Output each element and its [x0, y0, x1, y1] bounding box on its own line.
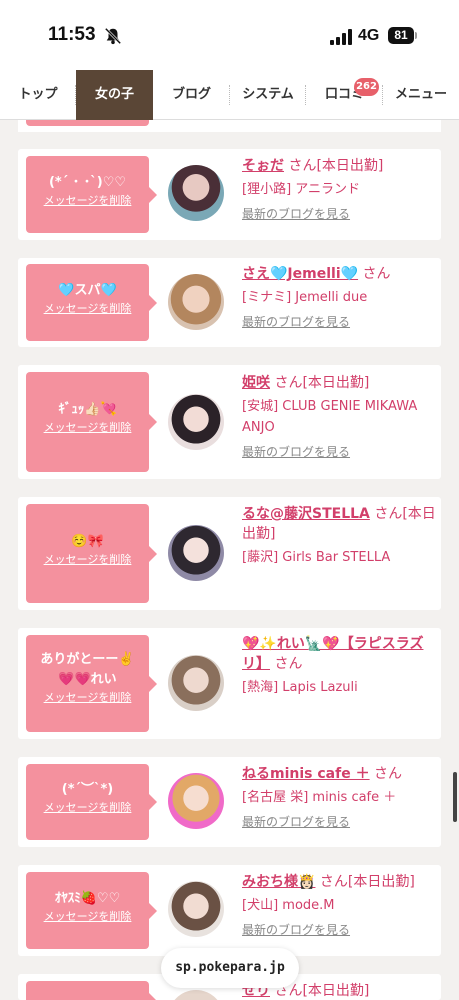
shop-name: [藤沢] Girls Bar STELLA [242, 550, 391, 565]
list-item[interactable]: ｷﾞｭｯ👍🏻💘 メッセージを削除 姫咲 さん[本日出勤] [安城] CLUB G… [18, 365, 441, 479]
avatar[interactable] [168, 655, 224, 711]
list-item[interactable]: ｵﾔｽﾐ🍓♡♡ メッセージを削除 みおち様👸🏻 さん[本日出勤] [犬山] mo… [18, 865, 441, 956]
cast-status: さん[本日出勤] [270, 375, 370, 391]
battery-tip [415, 32, 417, 39]
cast-name-link[interactable]: ねるminis cafe ＋ [242, 766, 370, 782]
message-bubble: 🩵スパ🩵 メッセージを削除 [26, 264, 157, 341]
message-bubble [26, 120, 149, 126]
latest-blog-link[interactable]: 最新のブログを見る [242, 313, 437, 331]
shop-name: [名古屋 栄] minis cafe ＋ [242, 790, 397, 805]
delete-message-link[interactable]: メッセージを削除 [26, 420, 149, 436]
avatar[interactable] [168, 525, 224, 581]
message-bubble: (*´ ･ ･`)♡♡ メッセージを削除 [26, 156, 157, 233]
message-bubble [26, 981, 157, 1000]
shop-name: [熱海] Lapis Lazuli [242, 680, 358, 695]
delete-message-link[interactable]: メッセージを削除 [26, 909, 149, 925]
delete-message-link[interactable]: メッセージを削除 [26, 193, 149, 209]
avatar[interactable] [168, 394, 224, 450]
battery-icon: 81 [388, 27, 414, 44]
tab-blog[interactable]: ブログ [153, 70, 230, 120]
tab-girls[interactable]: 女の子 [76, 70, 153, 120]
cast-status: さん [369, 766, 403, 782]
delete-message-link[interactable]: メッセージを削除 [26, 800, 149, 816]
cast-name-link[interactable]: 姫咲 [242, 375, 270, 391]
message-text: ありがとーー✌️💗💗れい [40, 652, 135, 687]
status-bar: 11:53 4G 81 [0, 0, 459, 70]
list-item[interactable]: (*´︶`*) メッセージを削除 ねるminis cafe ＋ さん [名古屋 … [18, 757, 441, 847]
list-item[interactable]: ありがとーー✌️💗💗れい メッセージを削除 💖✨れい🗽💖【ラピスラズリ】 さん … [18, 628, 441, 739]
tab-nav: トップ 女の子 ブログ システム 口コミ メニュー 262 [0, 70, 459, 120]
cast-name-link[interactable]: るな@藤沢STELLA [242, 506, 370, 522]
message-text: ☺️🎀 [71, 534, 104, 549]
cast-status: さん [270, 656, 303, 672]
message-bubble: ｵﾔｽﾐ🍓♡♡ メッセージを削除 [26, 872, 157, 949]
cast-name-link[interactable]: みおち様👸🏻 [242, 874, 315, 890]
avatar[interactable] [168, 165, 224, 221]
signal-icon [330, 29, 352, 45]
message-text: 🩵スパ🩵 [58, 283, 117, 298]
shop-name: [狸小路] アニランド [242, 182, 361, 197]
status-time: 11:53 [48, 24, 96, 45]
cast-status: さん[本日出勤] [284, 158, 384, 174]
latest-blog-link[interactable]: 最新のブログを見る [242, 813, 437, 831]
message-text: (*´ ･ ･`)♡♡ [48, 175, 127, 190]
cast-status: さん[本日出勤] [315, 874, 415, 890]
shop-name: [安城] CLUB GENIE MIKAWA ANJO [242, 399, 418, 435]
list-item[interactable]: 🩵スパ🩵 メッセージを削除 さえ🩵Jemelli🩵 さん [ミナミ] Jemel… [18, 258, 441, 347]
shop-name: [ミナミ] Jemelli due [242, 290, 368, 305]
delete-message-link[interactable]: メッセージを削除 [26, 552, 149, 568]
message-text: ｷﾞｭｯ👍🏻💘 [58, 402, 117, 417]
message-bubble: ☺️🎀 メッセージを削除 [26, 504, 157, 603]
bell-muted-icon [104, 27, 122, 45]
message-bubble: ありがとーー✌️💗💗れい メッセージを削除 [26, 635, 157, 732]
avatar[interactable] [168, 773, 224, 829]
shop-name: [犬山] mode.M [242, 898, 335, 913]
latest-blog-link[interactable]: 最新のブログを見る [242, 205, 437, 223]
tab-system[interactable]: システム [230, 70, 306, 120]
list-item[interactable]: ☺️🎀 メッセージを削除 るな@藤沢STELLA さん[本日出勤] [藤沢] G… [18, 497, 441, 610]
latest-blog-link[interactable]: 最新のブログを見る [242, 921, 437, 939]
tab-top[interactable]: トップ [0, 70, 76, 120]
scrollbar-thumb[interactable] [453, 772, 457, 822]
reviews-count-badge: 262 [354, 78, 379, 96]
avatar[interactable] [168, 990, 224, 1000]
list-item[interactable]: (*´ ･ ･`)♡♡ メッセージを削除 そぉだ さん[本日出勤] [狸小路] … [18, 149, 441, 240]
delete-message-link[interactable]: メッセージを削除 [26, 690, 149, 706]
message-bubble: ｷﾞｭｯ👍🏻💘 メッセージを削除 [26, 372, 157, 472]
url-bar[interactable]: sp.pokepara.jp [161, 948, 299, 988]
cast-status: さん [358, 266, 391, 282]
cast-name-link[interactable]: そぉだ [242, 158, 284, 174]
tab-menu[interactable]: メニュー [383, 70, 459, 120]
avatar[interactable] [168, 881, 224, 937]
list-item [18, 120, 441, 132]
cast-name-link[interactable]: さえ🩵Jemelli🩵 [242, 266, 358, 282]
delete-message-link[interactable]: メッセージを削除 [26, 301, 149, 317]
message-text: ｵﾔｽﾐ🍓♡♡ [54, 891, 121, 906]
avatar[interactable] [168, 274, 224, 330]
network-type: 4G [358, 27, 380, 44]
message-text: (*´︶`*) [61, 782, 114, 797]
message-bubble: (*´︶`*) メッセージを削除 [26, 764, 157, 840]
latest-blog-link[interactable]: 最新のブログを見る [242, 443, 437, 461]
